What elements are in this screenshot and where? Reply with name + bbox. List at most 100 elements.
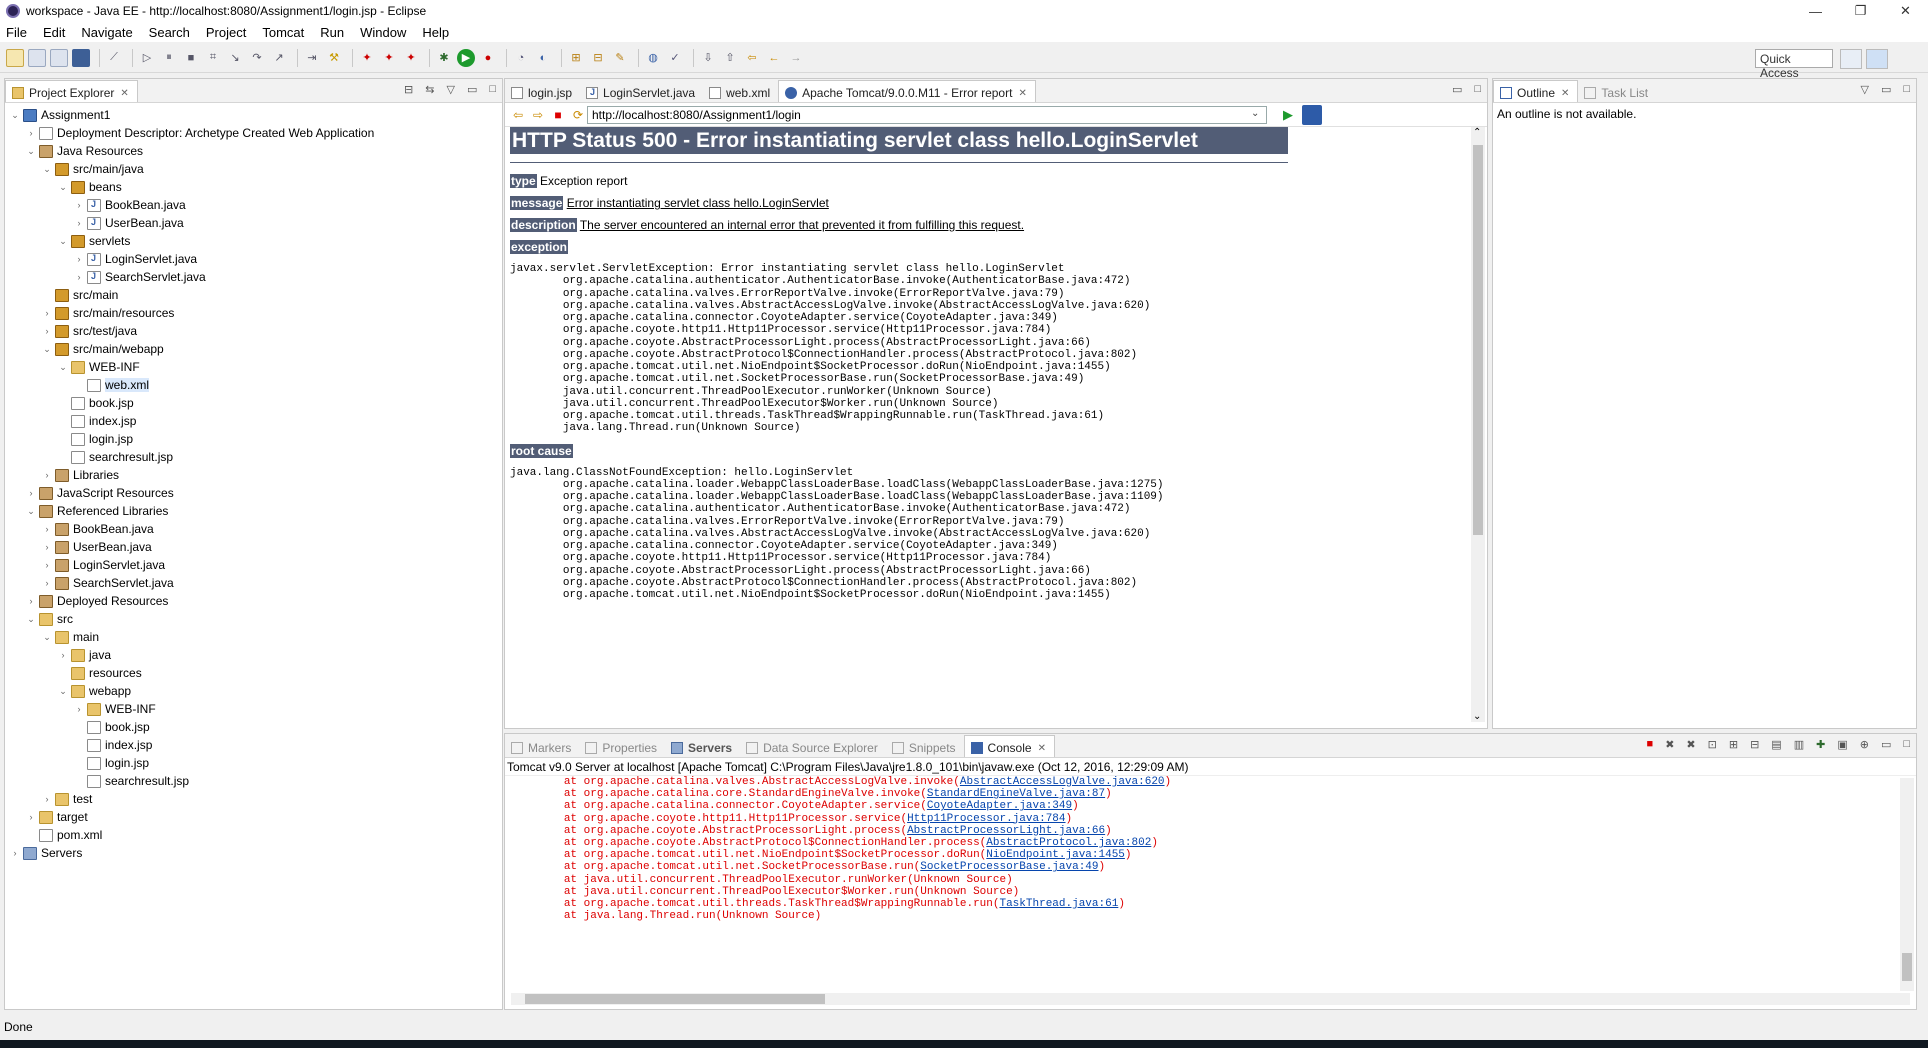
tree-item[interactable]: book.jsp — [5, 718, 502, 736]
chevron-down-icon[interactable]: ⌄ — [25, 506, 37, 517]
chevron-down-icon[interactable]: ⌄ — [57, 182, 69, 193]
tree-item[interactable]: › src/main/resources — [5, 304, 502, 322]
chevron-right-icon[interactable]: › — [41, 326, 53, 336]
tree-item[interactable]: › test — [5, 790, 502, 808]
tree-item[interactable]: ⌄ servlets — [5, 232, 502, 250]
tree-item[interactable]: ⌄ src/main/webapp — [5, 340, 502, 358]
maximize-view-icon[interactable]: □ — [1903, 83, 1910, 96]
maximize-editor-icon[interactable]: □ — [1474, 83, 1481, 96]
open-task-icon[interactable]: ⊟ — [589, 49, 607, 67]
scroll-down-icon[interactable]: ⌄ — [1473, 711, 1481, 722]
open-type-icon[interactable]: ⊞ — [567, 49, 585, 67]
chevron-right-icon[interactable]: › — [25, 596, 37, 606]
chevron-right-icon[interactable]: › — [41, 470, 53, 480]
show-stdout-icon[interactable]: ▤ — [1771, 738, 1781, 751]
minimize-view-icon[interactable]: ▭ — [467, 83, 477, 96]
disconnect-icon[interactable]: ⌗ — [204, 49, 222, 67]
chevron-right-icon[interactable]: › — [25, 128, 37, 138]
close-tab-icon[interactable]: ✕ — [1018, 88, 1026, 99]
chevron-right-icon[interactable]: › — [73, 254, 85, 264]
chevron-right-icon[interactable]: › — [25, 812, 37, 822]
tab-project-explorer[interactable]: Project Explorer ✕ — [5, 80, 138, 102]
console-vscrollbar[interactable] — [1900, 778, 1914, 991]
console-source-link[interactable]: Http11Processor.java:784 — [907, 813, 1065, 825]
tree-item[interactable]: › src/test/java — [5, 322, 502, 340]
tomcat-start-icon[interactable]: ✦ — [358, 49, 376, 67]
chevron-down-icon[interactable]: ⌄ — [41, 164, 53, 175]
tree-item[interactable]: › UserBean.java — [5, 214, 502, 232]
tree-item[interactable]: ⌄ webapp — [5, 682, 502, 700]
tree-item[interactable]: searchresult.jsp — [5, 772, 502, 790]
clear-console-icon[interactable]: ⊡ — [1708, 738, 1717, 751]
resume-icon[interactable]: ▷ — [138, 49, 156, 67]
console-source-link[interactable]: TaskThread.java:61 — [999, 898, 1118, 910]
tree-item[interactable]: login.jsp — [5, 430, 502, 448]
quick-access-field[interactable]: Quick Access — [1755, 49, 1833, 80]
prev-annotation-icon[interactable]: ⇧ — [721, 49, 739, 67]
java-ee-perspective-icon[interactable] — [1866, 49, 1888, 69]
tab-error-report[interactable]: Apache Tomcat/9.0.0.M11 - Error report ✕ — [778, 80, 1036, 102]
step-return-icon[interactable]: ↗ — [270, 49, 288, 67]
step-into-icon[interactable]: ↘ — [226, 49, 244, 67]
tree-item[interactable]: › java — [5, 646, 502, 664]
save-all-icon[interactable] — [50, 48, 68, 67]
remove-all-terminated-icon[interactable]: ✖ — [1686, 738, 1695, 751]
menu-project[interactable]: Project — [206, 25, 246, 40]
close-tab-icon[interactable]: ✕ — [1038, 743, 1046, 754]
tree-item[interactable]: searchresult.jsp — [5, 448, 502, 466]
tree-item[interactable]: ⌄ Referenced Libraries — [5, 502, 502, 520]
chevron-down-icon[interactable]: ⌄ — [25, 146, 37, 157]
tree-item[interactable]: › SearchServlet.java — [5, 268, 502, 286]
back-icon[interactable]: ⇦ — [511, 108, 525, 122]
word-wrap-icon[interactable]: ⊟ — [1750, 738, 1759, 751]
console-source-link[interactable]: AbstractAccessLogValve.java:620 — [960, 776, 1165, 788]
close-button[interactable]: ✕ — [1883, 0, 1928, 22]
pin-console-icon[interactable]: ✚ — [1816, 738, 1825, 751]
view-menu-icon[interactable]: ▽ — [1860, 83, 1868, 96]
new-java-class-icon[interactable]: ◐ — [534, 49, 552, 67]
chevron-down-icon[interactable]: ⌄ — [41, 632, 53, 643]
menu-tomcat[interactable]: Tomcat — [262, 25, 304, 40]
tab-login-jsp[interactable]: login.jsp — [505, 80, 580, 102]
tree-item[interactable]: ⌄ WEB-INF — [5, 358, 502, 376]
skip-breakpoints-icon[interactable]: ⟋ — [105, 49, 123, 67]
tab-servers[interactable]: Servers — [665, 735, 740, 757]
tree-item[interactable]: ⌄ beans — [5, 178, 502, 196]
run-icon[interactable]: ▶ — [457, 48, 475, 67]
terminal-icon[interactable] — [72, 48, 90, 67]
chevron-right-icon[interactable]: › — [41, 542, 53, 552]
chevron-down-icon[interactable]: ⌄ — [25, 614, 37, 625]
tree-item[interactable]: › WEB-INF — [5, 700, 502, 718]
tree-item[interactable]: login.jsp — [5, 754, 502, 772]
console-source-link[interactable]: AbstractProcessorLight.java:66 — [907, 825, 1105, 837]
chevron-right-icon[interactable]: › — [41, 308, 53, 318]
chevron-down-icon[interactable]: ⌄ — [41, 344, 53, 355]
step-over-icon[interactable]: ↷ — [248, 49, 266, 67]
external-tools-icon[interactable]: ● — [479, 49, 497, 67]
minimize-view-icon[interactable]: ▭ — [1881, 83, 1891, 96]
display-console-icon[interactable]: ▣ — [1837, 738, 1847, 751]
chevron-right-icon[interactable]: › — [73, 272, 85, 282]
new-server-icon[interactable]: ◔ — [512, 49, 530, 67]
tab-task-list[interactable]: Task List — [1578, 80, 1656, 102]
tree-item[interactable]: › BookBean.java — [5, 196, 502, 214]
console-source-link[interactable]: StandardEngineValve.java:87 — [927, 788, 1105, 800]
scroll-up-icon[interactable]: ⌃ — [1473, 127, 1481, 138]
new-icon[interactable] — [6, 48, 24, 67]
tab-snippets[interactable]: Snippets — [886, 735, 964, 757]
annotation-icon[interactable]: ✓ — [666, 49, 684, 67]
tree-item[interactable]: › LoginServlet.java — [5, 250, 502, 268]
search-icon[interactable]: ✎ — [611, 49, 629, 67]
chevron-right-icon[interactable]: › — [41, 794, 53, 804]
tab-data-source-explorer[interactable]: Data Source Explorer — [740, 735, 886, 757]
maximize-view-icon[interactable]: □ — [1903, 738, 1910, 751]
chevron-right-icon[interactable]: › — [9, 848, 21, 858]
web-browser-icon[interactable]: ◍ — [644, 49, 662, 67]
vscroll-thumb[interactable] — [1902, 953, 1912, 981]
url-input[interactable]: http://localhost:8080/Assignment1/login — [587, 106, 1267, 124]
tomcat-restart-icon[interactable]: ✦ — [402, 49, 420, 67]
show-stderr-icon[interactable]: ▥ — [1794, 738, 1804, 751]
tab-console[interactable]: Console ✕ — [963, 735, 1055, 757]
console-source-link[interactable]: NioEndpoint.java:1455 — [986, 849, 1125, 861]
collapse-all-icon[interactable]: ⊟ — [404, 83, 413, 96]
